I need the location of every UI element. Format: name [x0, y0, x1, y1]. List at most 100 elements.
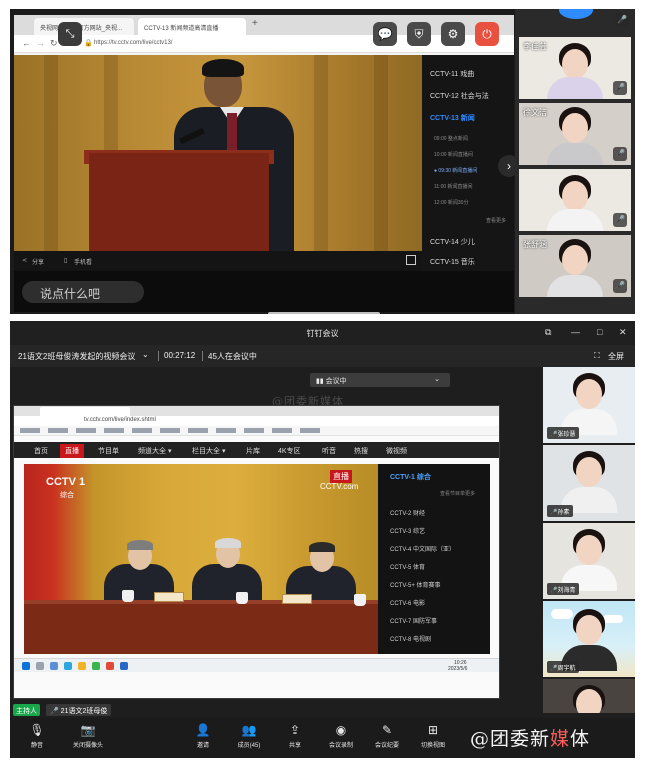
participant-tile[interactable]: 🎤孙素 [543, 445, 635, 521]
members-icon: 👥 [241, 723, 257, 737]
mute-button[interactable]: 🎙 静音 [16, 722, 58, 749]
camera-button[interactable]: 📷 关闭摄像头 [60, 722, 116, 749]
meeting-title[interactable]: 21语文2班母俊涛发起的视频会议 [18, 351, 135, 362]
channel-item[interactable]: CCTV-8 电视剧 [390, 634, 431, 643]
participant-tile-active[interactable]: 🎤周宇航 [543, 601, 635, 677]
nav-item[interactable]: 4K专区 [278, 446, 301, 456]
channel-item[interactable]: CCTV-4 中文国际（亚） [390, 544, 455, 553]
taskbar-app-icon[interactable] [78, 662, 86, 670]
channel-item[interactable]: CCTV-12 社会与法 [430, 91, 489, 101]
mic-icon[interactable]: 🎤 [613, 279, 627, 293]
participant-tile[interactable]: 李佳芸 🎤 [519, 37, 631, 99]
nav-item[interactable]: 热搜 [354, 446, 368, 456]
camera-icon: 📷 [80, 723, 96, 737]
player-share-label[interactable]: 分享 [32, 257, 44, 266]
channel-item[interactable]: CCTV-2 财经 [390, 508, 425, 517]
participant-tile[interactable]: 🎤 [519, 169, 631, 231]
browser-url[interactable]: https://tv.cctv.com/live/cctv13/ [94, 40, 172, 46]
program-item[interactable]: 11:00 新闻直播间 [434, 183, 473, 190]
shared-url[interactable]: tv.cctv.com/live/index.shtml [84, 417, 156, 423]
program-item[interactable]: 10:00 新闻直播间 [434, 151, 473, 158]
nav-item[interactable]: 片库 [246, 446, 260, 456]
phone-icon[interactable]: ▯ [64, 257, 67, 264]
live-video-player[interactable] [14, 55, 422, 251]
channel-item[interactable]: CCTV-15 音乐 [430, 257, 475, 267]
chevron-down-icon[interactable]: ⌄ [142, 350, 149, 359]
player-phone-label[interactable]: 手机看 [74, 257, 92, 266]
taskbar-app-icon[interactable] [120, 662, 128, 670]
nav-item[interactable]: 节目单 [98, 446, 119, 456]
participant-tile[interactable]: 张舒涵 🎤 [519, 235, 631, 297]
mic-icon[interactable]: 🎤 [615, 13, 629, 27]
nav-item[interactable]: 首页 [34, 446, 48, 456]
mic-icon[interactable]: 🎤 [613, 213, 627, 227]
search-icon[interactable] [36, 662, 44, 670]
scroll-indicator[interactable] [268, 312, 380, 314]
participant-tile[interactable]: 🎤张珍慧 [543, 367, 635, 443]
channel-item[interactable]: CCTV-3 综艺 [390, 526, 425, 535]
mirror-icon[interactable]: ⧉ [545, 327, 551, 338]
fullscreen-icon[interactable]: ⛶ [594, 351, 600, 361]
invite-button[interactable]: 👤 邀请 [182, 722, 224, 749]
participant-tile[interactable]: 徐文洁 🎤 [519, 103, 631, 165]
channel-item[interactable]: CCTV-7 国防军事 [390, 616, 437, 625]
channel-item[interactable]: CCTV-6 电影 [390, 598, 425, 607]
leave-call-icon[interactable]: ⏻ [475, 22, 499, 46]
fullscreen-label[interactable]: 全屏 [608, 351, 624, 362]
participant-tile[interactable]: 🎤刘海青 [543, 523, 635, 599]
channel-list: CCTV-11 戏曲 CCTV-12 社会与法 CCTV-13 新闻 09:00… [422, 55, 520, 271]
channel-more-link[interactable]: 查看节目单更多 [440, 490, 475, 497]
browser-tab-active[interactable]: CCTV-13 新闻频道高清直播 [138, 18, 246, 35]
maximize-button[interactable]: □ [597, 327, 602, 337]
taskbar-app-icon[interactable] [92, 662, 100, 670]
nav-item[interactable]: 微视频 [386, 446, 407, 456]
program-item-current[interactable]: ● 09:30 新闻直播间 [434, 167, 477, 174]
chat-input[interactable]: 说点什么吧 [22, 281, 144, 303]
channel-item[interactable]: CCTV-5+ 体育赛事 [390, 580, 441, 589]
browser-tab[interactable]: 央视网_CCTV官方网站_央视... [34, 18, 134, 35]
mic-icon[interactable]: 🎤 [613, 81, 627, 95]
shield-icon[interactable]: ⛨ [407, 22, 431, 46]
settings-gear-icon[interactable]: ⚙ [441, 22, 465, 46]
app-title: 钉钉会议 [306, 329, 339, 338]
cctv1-live-video[interactable]: CCTV 1 综合 直播 CCTV.com [24, 464, 378, 654]
close-button[interactable]: ✕ [619, 327, 627, 338]
members-button[interactable]: 👥 成员(45) [228, 722, 270, 749]
nav-item[interactable]: 频道大全 ▾ [138, 446, 171, 456]
nav-item[interactable]: 栏目大全 ▾ [192, 446, 225, 456]
record-button[interactable]: ◉ 会议录制 [320, 722, 362, 749]
chevron-down-icon[interactable]: ⌄ [434, 375, 440, 383]
nav-item[interactable]: 听音 [322, 446, 336, 456]
program-item[interactable]: 09:00 整点新闻 [434, 135, 468, 142]
nameplate [282, 594, 312, 604]
channel-item[interactable]: CCTV-11 戏曲 [430, 69, 474, 79]
back-icon[interactable]: ← [22, 38, 31, 48]
participant-tile[interactable] [543, 679, 635, 713]
minutes-button[interactable]: ✎ 会议纪要 [366, 722, 408, 749]
channel-item-active[interactable]: CCTV-13 新闻 [430, 113, 475, 123]
share-icon[interactable]: ≺ [22, 257, 27, 264]
sharing-banner[interactable]: ▮▮ 会议中 ⌄ [310, 373, 450, 387]
chat-bubble-icon[interactable]: 💬 [373, 22, 397, 46]
share-button[interactable]: ⇪ 共享 [274, 722, 316, 749]
reload-icon[interactable]: ↻ [50, 38, 58, 49]
fullscreen-icon[interactable] [406, 255, 416, 265]
collapse-icon[interactable]: ⤡ [58, 22, 82, 46]
taskbar-app-icon[interactable] [64, 662, 72, 670]
nav-item-active[interactable]: 直播 [60, 444, 84, 458]
taskbar-app-icon[interactable] [50, 662, 58, 670]
forward-icon[interactable]: → [36, 38, 45, 48]
switch-view-button[interactable]: ⊞ 切换视图 [412, 722, 454, 749]
grid-icon: ⊞ [427, 723, 439, 737]
windows-start-icon[interactable] [22, 662, 30, 670]
program-item[interactable]: 12:00 新闻30分 [434, 199, 468, 206]
more-link[interactable]: 查看更多 [486, 217, 506, 224]
channel-item[interactable]: CCTV-14 少儿 [430, 237, 475, 247]
minimize-button[interactable]: — [571, 327, 580, 337]
shared-browser-window: 央视网_CCTV官方网站_央视... CCTV-13 新闻频道高清直播 + ← … [14, 15, 520, 314]
new-tab-icon[interactable]: + [252, 18, 258, 29]
channel-item[interactable]: CCTV-5 体育 [390, 562, 425, 571]
channel-title[interactable]: CCTV-1 综合 [390, 472, 431, 482]
taskbar-app-icon[interactable] [106, 662, 114, 670]
mic-icon[interactable]: 🎤 [613, 147, 627, 161]
